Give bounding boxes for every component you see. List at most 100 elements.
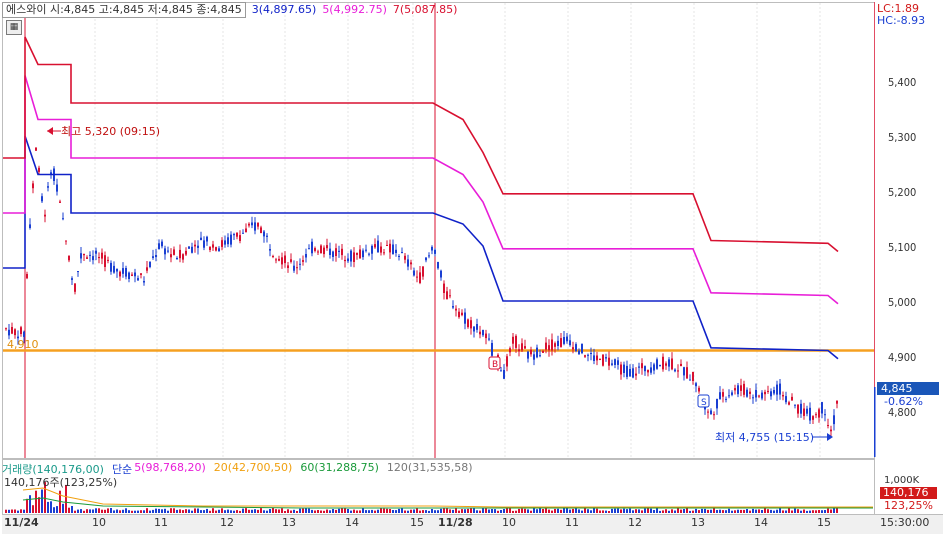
candle-body	[419, 272, 421, 283]
candle-body	[587, 354, 589, 356]
price-chart-area[interactable]: 최고 5,320 (09:15) 최저 4,755 (15:15) 4,910 …	[2, 2, 875, 459]
candle-body	[272, 256, 274, 257]
volume-bar	[629, 508, 631, 513]
volume-bar	[227, 509, 229, 513]
volume-bar	[734, 510, 736, 513]
candle-body	[740, 385, 742, 391]
candle-body	[470, 320, 472, 329]
volume-bar	[194, 508, 196, 513]
candle-body	[758, 395, 760, 397]
volume-pct-label: 123,25%	[884, 499, 933, 512]
volume-bar	[812, 510, 814, 513]
volume-bar	[245, 508, 247, 513]
volume-bar	[296, 511, 298, 513]
volume-bar	[560, 509, 562, 513]
volume-bar	[26, 498, 28, 513]
candle-body	[725, 398, 727, 400]
price-chart-svg[interactable]: 최고 5,320 (09:15) 최저 4,755 (15:15) 4,910 …	[3, 3, 874, 458]
volume-bar	[779, 508, 781, 513]
volume-bar	[482, 508, 484, 513]
candle-body	[176, 258, 178, 260]
candle-body	[266, 235, 268, 237]
candle-body	[803, 408, 805, 416]
candle-body	[200, 237, 202, 241]
candle-body	[770, 391, 772, 397]
time-axis[interactable]: 11/24 10 11 12 13 14 15 11/28 10 11 12 1…	[2, 514, 943, 534]
candle-body	[380, 246, 382, 253]
volume-bar	[341, 508, 343, 513]
candle-body	[26, 274, 28, 279]
candle-body	[239, 235, 241, 241]
svg-text:S: S	[701, 398, 707, 408]
volume-bar	[110, 508, 112, 513]
volume-bar	[497, 510, 499, 513]
candle-body	[59, 201, 61, 203]
volume-bar	[539, 508, 541, 513]
volume-bar	[230, 510, 232, 513]
volume-bar	[332, 509, 334, 513]
volume-bar	[725, 510, 727, 513]
time-label: 15	[817, 516, 831, 529]
candle-body	[452, 306, 454, 308]
volume-bar	[818, 510, 820, 513]
volume-bar	[422, 510, 424, 513]
candle-body	[794, 404, 796, 406]
volume-bar	[359, 510, 361, 513]
candle-body	[446, 291, 448, 300]
candle-body	[341, 248, 343, 256]
candle-body	[62, 218, 64, 220]
volume-bar	[29, 495, 31, 513]
volume-bar	[50, 501, 52, 513]
volume-bar	[578, 509, 580, 513]
candle-body	[509, 348, 511, 353]
volume-bar	[707, 509, 709, 513]
grid-icon[interactable]: ▦	[6, 20, 22, 35]
volume-bar	[572, 508, 574, 513]
volume-bar	[692, 510, 694, 513]
candle-body	[164, 248, 166, 255]
volume-bar	[611, 508, 613, 513]
candle-body	[614, 359, 616, 365]
candle-body	[809, 407, 811, 421]
candle-body	[515, 335, 517, 348]
volume-bar	[713, 508, 715, 513]
price-tick: 5,300	[888, 131, 917, 144]
candle-body	[443, 283, 445, 293]
candle-body	[398, 256, 400, 257]
vol-legend-ma5: 5(98,768,20)	[134, 461, 206, 474]
candle-body	[323, 247, 325, 255]
volume-bar	[299, 508, 301, 513]
candle-body	[155, 255, 157, 258]
candle-body	[764, 391, 766, 395]
volume-bar	[803, 509, 805, 513]
candle-body	[56, 184, 58, 192]
volume-bar	[353, 509, 355, 513]
volume-bar	[179, 509, 181, 513]
volume-bar	[545, 508, 547, 513]
candle-body	[308, 248, 310, 250]
candle-body	[668, 359, 670, 367]
volume-bar	[674, 510, 676, 513]
candle-body	[785, 396, 787, 403]
volume-bar	[671, 509, 673, 513]
candle-body	[281, 257, 283, 265]
volume-bar	[542, 509, 544, 513]
candle-body	[365, 249, 367, 251]
volume-bar	[269, 509, 271, 513]
candle-body	[110, 262, 112, 272]
candle-body	[605, 357, 607, 359]
volume-bar	[140, 510, 142, 513]
volume-bar	[47, 501, 49, 513]
volume-bar	[185, 509, 187, 513]
volume-bar	[305, 508, 307, 513]
candle-body	[86, 257, 88, 259]
volume-bar	[95, 508, 97, 513]
candle-body	[125, 268, 127, 277]
volume-bar	[251, 509, 253, 513]
volume-bar	[53, 507, 55, 513]
volume-bar	[5, 509, 7, 513]
volume-bar	[311, 509, 313, 513]
candle-body	[578, 350, 580, 355]
time-end-label: 15:30:00	[880, 516, 930, 529]
volume-bar	[722, 510, 724, 513]
